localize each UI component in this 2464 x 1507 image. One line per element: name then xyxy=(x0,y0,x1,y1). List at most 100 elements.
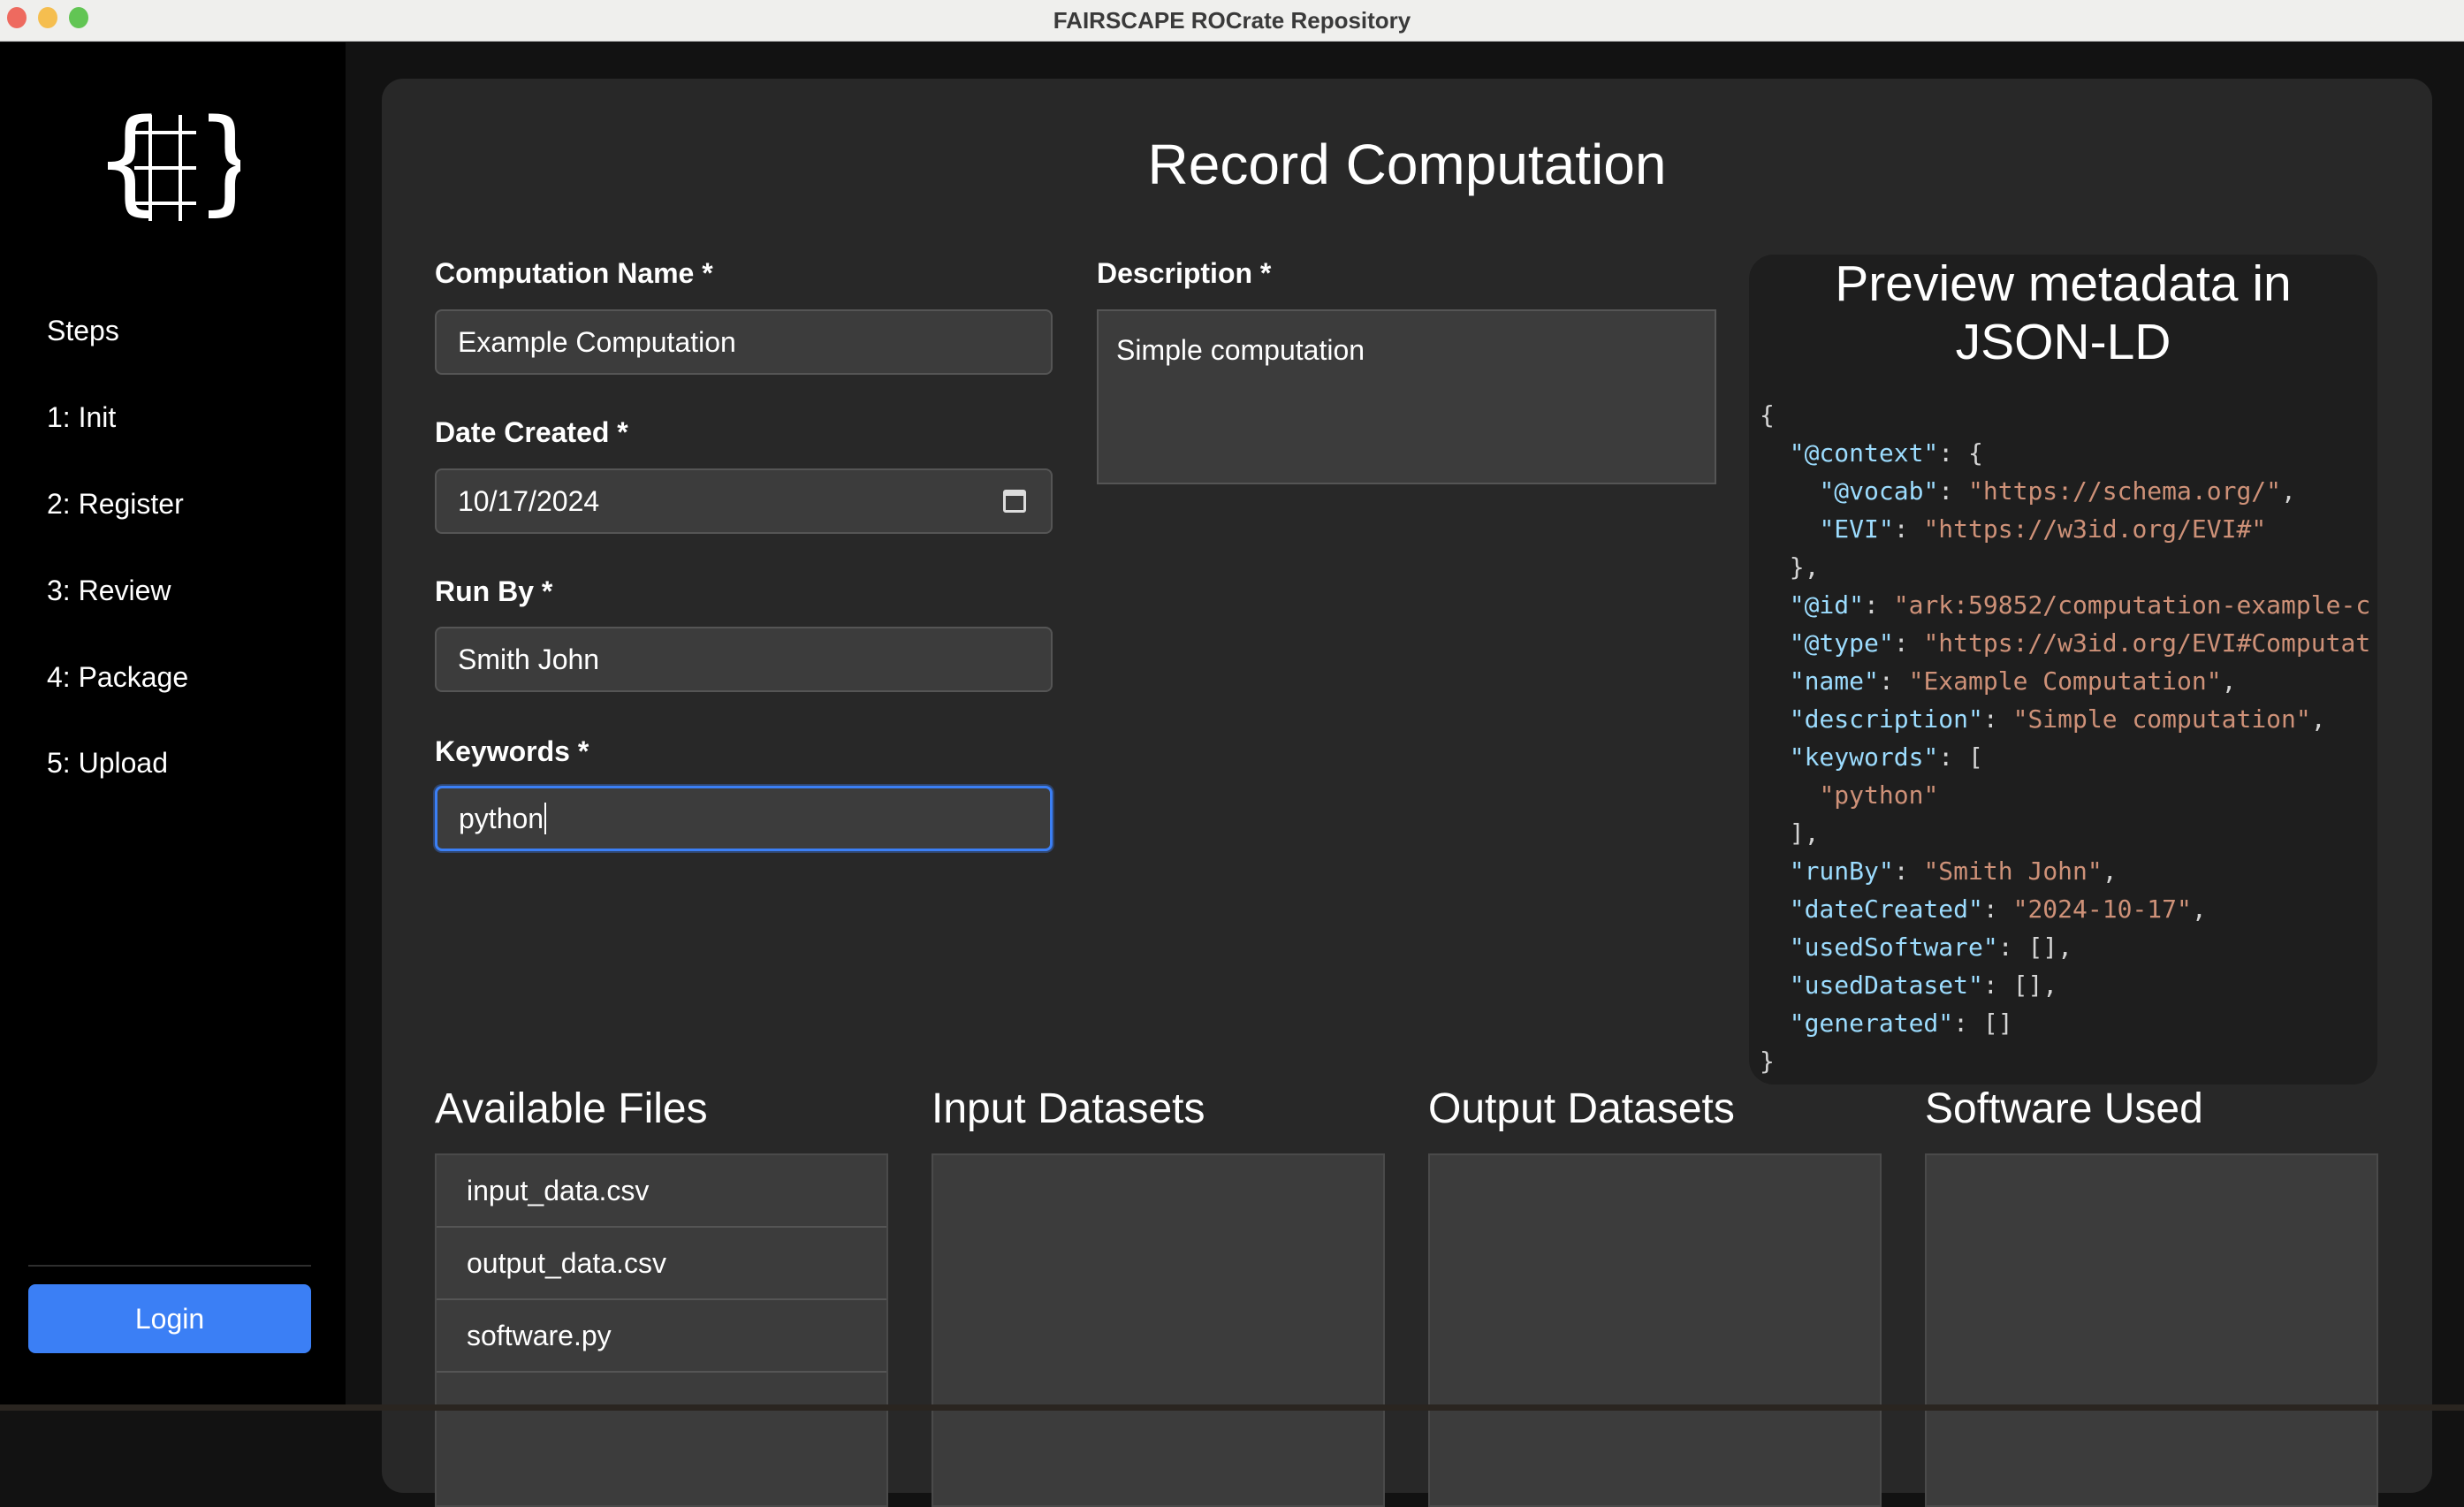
available-files-title: Available Files xyxy=(435,1085,708,1132)
keywords-value: python xyxy=(459,802,544,834)
json-key: "@vocab" xyxy=(1819,476,1939,506)
json-punct: , xyxy=(2191,894,2207,924)
json-punct: , xyxy=(2310,704,2326,734)
calendar-icon[interactable] xyxy=(1003,490,1026,513)
json-line: }, xyxy=(1760,548,2370,586)
json-string: "https://w3id.org/EVI#" xyxy=(1923,514,2267,544)
json-line: "name": "Example Computation", xyxy=(1760,662,2370,700)
text-cursor xyxy=(544,803,547,834)
json-key: "dateCreated" xyxy=(1789,894,1983,924)
json-punct: : xyxy=(1864,590,1894,620)
computation-name-input[interactable]: Example Computation xyxy=(435,309,1053,375)
json-punct: : xyxy=(1893,856,1924,886)
braces-grid-logo-icon: { } xyxy=(99,104,240,225)
json-string: "python" xyxy=(1819,780,1939,810)
input-datasets-dropzone[interactable] xyxy=(932,1153,1385,1507)
json-string: "Simple computation" xyxy=(2012,704,2311,734)
json-string: "Smith John" xyxy=(1923,856,2103,886)
json-punct: : xyxy=(1878,666,1909,696)
computation-name-label: Computation Name * xyxy=(435,257,713,289)
json-ld-code: { "@context": { "@vocab": "https://schem… xyxy=(1760,396,2370,1080)
json-key: "@context" xyxy=(1789,438,1939,468)
json-ld-preview-panel: Preview metadata in JSON-LD { "@context"… xyxy=(1749,255,2377,1085)
json-punct: : [] xyxy=(1953,1008,2013,1038)
json-line: "keywords": [ xyxy=(1760,738,2370,776)
sidebar-divider xyxy=(28,1265,311,1267)
json-key: "keywords" xyxy=(1789,742,1939,772)
json-line: { xyxy=(1760,396,2370,434)
keywords-input[interactable]: python xyxy=(435,786,1053,851)
sidebar-item-register[interactable]: 2: Register xyxy=(47,488,184,521)
json-punct: : xyxy=(1982,894,2013,924)
json-punct: { xyxy=(1760,400,1775,430)
json-punct: : { xyxy=(1938,438,1983,468)
json-punct: }, xyxy=(1789,552,1820,582)
json-punct: : [], xyxy=(1982,970,2058,1000)
json-punct: , xyxy=(2102,856,2118,886)
computation-name-value: Example Computation xyxy=(458,325,736,358)
json-line: } xyxy=(1760,1042,2370,1080)
sidebar-item-review[interactable]: 3: Review xyxy=(47,575,171,607)
json-string: "Example Computation" xyxy=(1908,666,2222,696)
json-key: "usedSoftware" xyxy=(1789,932,1998,962)
json-string: "ark:59852/computation-example-c xyxy=(1893,590,2371,620)
description-textarea[interactable]: Simple computation xyxy=(1097,309,1716,484)
json-string: "2024-10-17" xyxy=(2012,894,2192,924)
json-punct: : xyxy=(1893,628,1924,658)
run-by-input[interactable]: Smith John xyxy=(435,627,1053,692)
window-title: FAIRSCAPE ROCrate Repository xyxy=(1053,7,1411,34)
json-line: "@context": { xyxy=(1760,434,2370,472)
json-punct: ], xyxy=(1789,818,1820,848)
json-line: "dateCreated": "2024-10-17", xyxy=(1760,890,2370,928)
json-line: "python" xyxy=(1760,776,2370,814)
file-item-software[interactable]: software.py xyxy=(437,1300,886,1373)
json-line: "@id": "ark:59852/computation-example-c xyxy=(1760,586,2370,624)
json-string: "https://w3id.org/EVI#Computat xyxy=(1923,628,2371,658)
json-line: "runBy": "Smith John", xyxy=(1760,852,2370,890)
description-label: Description * xyxy=(1097,257,1272,289)
json-punct: : xyxy=(1938,476,1969,506)
software-used-dropzone[interactable] xyxy=(1925,1153,2378,1507)
output-datasets-dropzone[interactable] xyxy=(1428,1153,1882,1507)
json-line: "description": "Simple computation", xyxy=(1760,700,2370,738)
sidebar-item-init[interactable]: 1: Init xyxy=(47,401,116,434)
json-string: "https://schema.org/" xyxy=(1968,476,2282,506)
sidebar-item-package[interactable]: 4: Package xyxy=(47,661,188,694)
json-punct: : xyxy=(1893,514,1924,544)
json-key: "name" xyxy=(1789,666,1879,696)
json-line: "usedSoftware": [], xyxy=(1760,928,2370,966)
svg-text:{: { xyxy=(99,104,165,225)
login-button[interactable]: Login xyxy=(28,1284,311,1353)
keywords-label: Keywords * xyxy=(435,735,589,767)
output-datasets-title: Output Datasets xyxy=(1428,1085,1735,1132)
json-punct: : [ xyxy=(1938,742,1983,772)
input-datasets-title: Input Datasets xyxy=(932,1085,1205,1132)
json-punct: } xyxy=(1760,1047,1775,1076)
available-files-list[interactable]: input_data.csv output_data.csv software.… xyxy=(435,1153,888,1507)
json-key: "description" xyxy=(1789,704,1983,734)
json-key: "EVI" xyxy=(1819,514,1894,544)
json-key: "@id" xyxy=(1789,590,1865,620)
json-line: "generated": [] xyxy=(1760,1004,2370,1042)
date-created-input[interactable]: 10/17/2024 xyxy=(435,468,1053,534)
json-line: "usedDataset": [], xyxy=(1760,966,2370,1004)
sidebar-item-upload[interactable]: 5: Upload xyxy=(47,747,168,780)
file-item-output-data[interactable]: output_data.csv xyxy=(437,1228,886,1300)
software-used-title: Software Used xyxy=(1925,1085,2203,1132)
run-by-value: Smith John xyxy=(458,643,600,675)
preview-title: Preview metadata in JSON-LD xyxy=(1835,255,2292,370)
desktop-background-strip xyxy=(0,1404,2464,1411)
json-key: "@type" xyxy=(1789,628,1894,658)
record-computation-card: Record Computation Computation Name * Ex… xyxy=(382,79,2432,1507)
json-line: "@vocab": "https://schema.org/", xyxy=(1760,472,2370,510)
steps-heading: Steps xyxy=(47,315,119,346)
json-line: ], xyxy=(1760,814,2370,852)
page-title: Record Computation xyxy=(1147,133,1667,196)
json-key: "generated" xyxy=(1789,1008,1954,1038)
svg-text:}: } xyxy=(194,104,240,225)
json-punct: : xyxy=(1982,704,2013,734)
sidebar: { } Steps 1: Init 2: Register 3: Review … xyxy=(0,42,346,1411)
json-line: "@type": "https://w3id.org/EVI#Computat xyxy=(1760,624,2370,662)
json-key: "runBy" xyxy=(1789,856,1894,886)
file-item-input-data[interactable]: input_data.csv xyxy=(437,1155,886,1228)
